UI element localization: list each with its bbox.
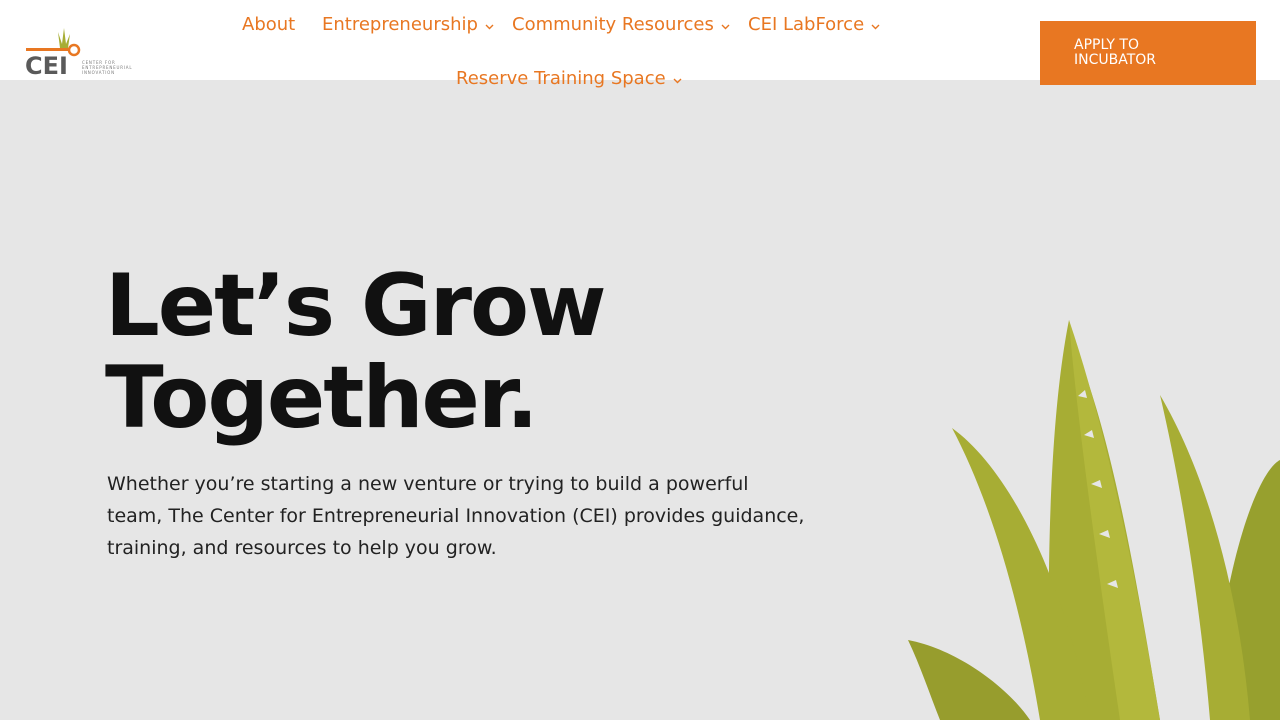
hero-description: Whether you’re starting a new venture or…	[107, 473, 805, 559]
nav-item-label: CEI LabForce	[748, 14, 865, 35]
page: CEI CENTER FOR ENTREPRENEURIAL INNOVATIO…	[0, 0, 1280, 720]
nav-item-label: Reserve Training Space	[456, 68, 666, 89]
nav-item-about[interactable]: About	[242, 14, 295, 35]
hero-title: Let’s Grow Together.	[105, 256, 607, 448]
apply-to-incubator-button[interactable]: APPLY TO INCUBATOR	[1040, 21, 1256, 85]
chevron-down-icon	[721, 24, 730, 29]
nav-item-label: Community Resources	[512, 14, 714, 35]
plant-illustration	[908, 320, 1280, 720]
nav-item-label: Entrepreneurship	[322, 14, 478, 35]
logo-wordmark: CEI	[25, 52, 68, 78]
chevron-down-icon	[485, 24, 494, 29]
chevron-down-icon	[871, 24, 880, 29]
nav-item-cei-labforce[interactable]: CEI LabForce	[748, 14, 880, 35]
nav-item-label: About	[242, 14, 296, 35]
nav-item-community-resources[interactable]: Community Resources	[512, 14, 730, 35]
chevron-down-icon	[673, 78, 682, 83]
nav-item-entrepreneurship[interactable]: Entrepreneurship	[322, 14, 494, 35]
logo-subtext: CENTER FOR ENTREPRENEURIAL INNOVATION	[82, 60, 133, 75]
nav-item-reserve-training-space[interactable]: Reserve Training Space	[456, 68, 682, 89]
